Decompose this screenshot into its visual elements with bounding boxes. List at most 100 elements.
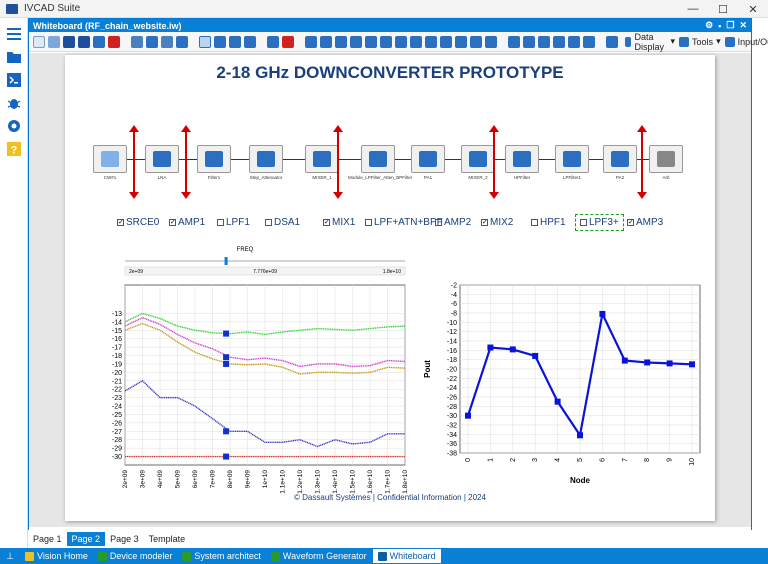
align-icon[interactable] — [553, 35, 565, 48]
input-output-menu[interactable]: Input/Output — [724, 36, 768, 47]
paste-icon[interactable] — [395, 35, 407, 48]
doc-settings-icon[interactable]: ⚙ — [705, 20, 713, 31]
cursor-marker[interactable] — [223, 330, 230, 337]
redo-icon[interactable] — [425, 35, 437, 48]
taskbar-item[interactable]: Vision Home — [20, 548, 93, 564]
probe-marker-arrow[interactable] — [637, 125, 647, 199]
node-checkbox[interactable]: AMP2 — [435, 217, 471, 228]
camera-icon[interactable] — [161, 35, 173, 48]
arrow-left-icon[interactable] — [470, 35, 482, 48]
minimize-button[interactable]: — — [678, 0, 708, 18]
page-layout-icon[interactable] — [214, 35, 226, 48]
bug-icon[interactable] — [6, 95, 22, 111]
chain-block[interactable] — [411, 145, 445, 173]
terminal-icon[interactable] — [6, 72, 22, 88]
open-icon[interactable] — [48, 35, 60, 48]
bring-front-icon[interactable] — [440, 35, 452, 48]
close-button[interactable]: ✕ — [738, 0, 768, 18]
chain-block[interactable] — [461, 145, 495, 173]
brightness-icon[interactable] — [320, 35, 332, 48]
distribute-icon[interactable] — [568, 35, 580, 48]
freq-slider-thumb[interactable] — [224, 257, 228, 265]
chain-block[interactable] — [649, 145, 683, 173]
save-icon[interactable] — [63, 35, 75, 48]
page-copy-icon[interactable] — [229, 35, 241, 48]
probe-marker-arrow[interactable] — [489, 125, 499, 199]
help-icon[interactable]: ? — [6, 141, 22, 157]
undo-icon[interactable] — [410, 35, 422, 48]
node-checkbox[interactable]: DSA1 — [265, 217, 300, 228]
cursor-marker[interactable] — [223, 354, 230, 361]
send-back-icon[interactable] — [455, 35, 467, 48]
print-icon[interactable] — [131, 35, 143, 48]
taskbar-item[interactable]: Device modeler — [93, 548, 178, 564]
chain-block[interactable] — [505, 145, 539, 173]
maximize-button[interactable]: ☐ — [708, 0, 738, 18]
page-tab[interactable]: Page 1 — [28, 532, 67, 546]
cursor-marker[interactable] — [223, 428, 230, 435]
node-checkbox[interactable]: HPF1 — [531, 217, 566, 228]
export-icon[interactable] — [176, 35, 188, 48]
data-display-menu[interactable]: Data Display ▾ — [625, 32, 675, 52]
ungroup-icon[interactable] — [538, 35, 550, 48]
tools-menu[interactable]: Tools ▾ — [679, 36, 721, 47]
doc-restore-icon[interactable]: ❐ — [726, 20, 734, 31]
node-checkbox[interactable]: ✓ MIX1 — [323, 217, 355, 228]
taskbar-item[interactable]: Waveform Generator — [266, 548, 372, 564]
group-icon[interactable] — [523, 35, 535, 48]
cursor-marker[interactable] — [223, 453, 230, 460]
chain-block[interactable] — [361, 145, 395, 173]
grid-icon[interactable] — [305, 35, 317, 48]
lock-icon[interactable] — [335, 35, 347, 48]
y-tick-label: -8 — [451, 311, 457, 318]
remove-icon[interactable] — [508, 35, 520, 48]
taskbar-item[interactable]: Whiteboard — [371, 548, 442, 564]
checkbox-checked-icon: ✓ — [481, 219, 488, 226]
node-checkbox[interactable]: ✓ AMP3 — [627, 217, 663, 228]
probe-marker-arrow[interactable] — [181, 125, 191, 199]
node-checkbox[interactable]: ✓ AMP1 — [169, 217, 205, 228]
chain-block[interactable] — [305, 145, 339, 173]
settings-gear-icon[interactable] — [6, 118, 22, 134]
page-export-icon[interactable] — [244, 35, 256, 48]
delete-icon[interactable] — [108, 35, 120, 48]
folder-icon[interactable] — [6, 49, 22, 65]
cursor-marker[interactable] — [223, 360, 230, 367]
arrow-right-icon[interactable] — [485, 35, 497, 48]
chain-block[interactable] — [93, 145, 127, 173]
node-checkbox[interactable]: ✓ MIX2 — [481, 217, 513, 228]
new-page-icon[interactable] — [33, 35, 45, 48]
node-checkbox[interactable]: LPF3+ — [575, 214, 624, 231]
whiteboard-canvas[interactable]: 2-18 GHz DOWNCONVERTER PROTOTYPE CW#1 LNA… — [29, 53, 751, 527]
page-view-icon[interactable] — [199, 35, 211, 48]
page-tab[interactable]: Page 3 — [105, 532, 144, 546]
resize-icon[interactable] — [583, 35, 595, 48]
page-tab[interactable]: Page 2 — [66, 532, 106, 546]
save-as-icon[interactable] — [78, 35, 90, 48]
chain-block[interactable] — [249, 145, 283, 173]
pdf-icon[interactable] — [146, 35, 158, 48]
copy-icon[interactable] — [365, 35, 377, 48]
node-checkbox[interactable]: ✓ SRCE0 — [117, 217, 159, 228]
chain-block[interactable] — [555, 145, 589, 173]
refresh-icon[interactable] — [267, 35, 279, 48]
crop-icon[interactable] — [350, 35, 362, 48]
x-tick-label: 9 — [667, 458, 674, 462]
chain-block[interactable] — [603, 145, 637, 173]
cut-icon[interactable] — [380, 35, 392, 48]
hamburger-menu-icon[interactable] — [6, 26, 22, 42]
doc-pin-icon[interactable]: ▪ — [718, 21, 721, 31]
chain-block[interactable] — [197, 145, 231, 173]
save-all-icon[interactable] — [93, 35, 105, 48]
node-checkbox[interactable]: LPF1 — [217, 217, 250, 228]
page-tab[interactable]: Template — [144, 532, 191, 546]
probe-marker-arrow[interactable] — [129, 125, 139, 199]
chain-block[interactable] — [145, 145, 179, 173]
node-checkbox[interactable]: LPF+ATN+BPF — [365, 217, 443, 228]
doc-close-icon[interactable]: ✕ — [739, 20, 747, 31]
location-pin-icon[interactable] — [606, 35, 618, 48]
taskbar-item[interactable]: System architect — [177, 548, 266, 564]
stop-icon[interactable] — [282, 35, 294, 48]
pin-icon[interactable]: ⊥ — [0, 548, 20, 564]
probe-marker-arrow[interactable] — [333, 125, 343, 199]
